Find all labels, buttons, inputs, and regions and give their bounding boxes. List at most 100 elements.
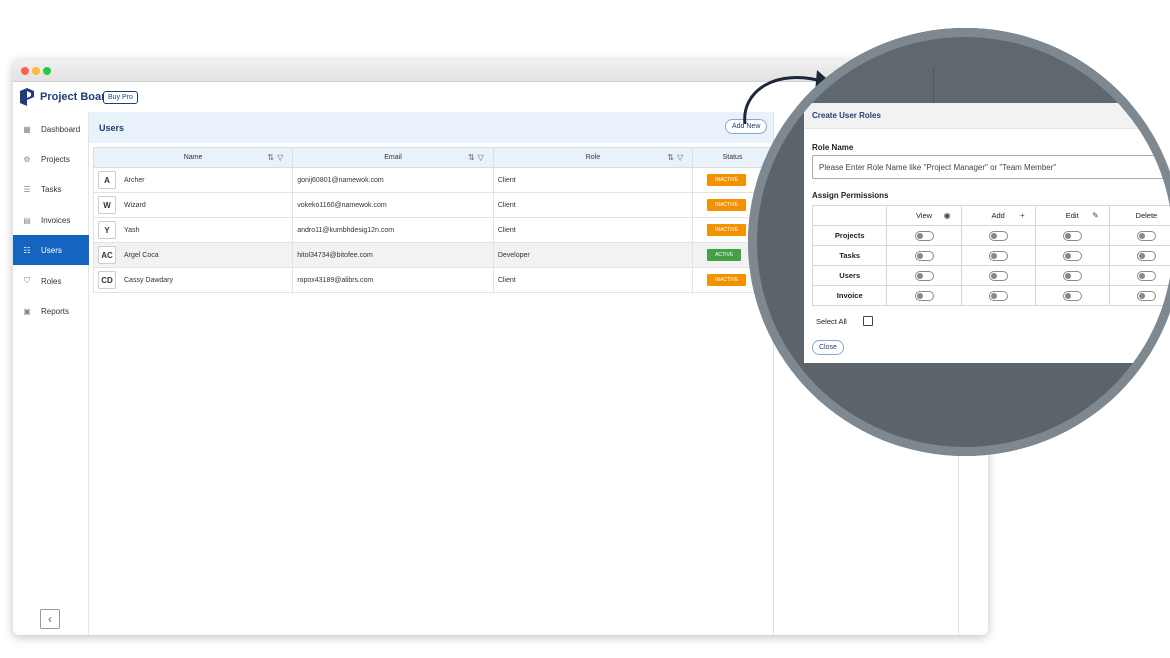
permission-column-delete: Delete [1108,205,1170,226]
permission-row-invoice: Invoice [811,285,1170,306]
add-projects-toggle[interactable] [988,230,1008,241]
delete-invoice-toggle[interactable] [1136,290,1156,301]
users-table-header: Name ⇅▽ Email ⇅▽ Role ⇅▽ Status [92,147,773,168]
plus-icon: + [1020,211,1025,220]
status-badge: INACTIVE [707,274,747,286]
edit-users-toggle[interactable] [1062,270,1082,281]
user-email-cell: ropox43189@alibrs.com [292,267,494,293]
status-badge: ACTIVE [707,249,742,261]
sidebar-item-label: Users [41,245,62,255]
sidebar-item-tasks[interactable]: ☰ Tasks [13,174,89,204]
role-name-input[interactable] [812,155,1170,179]
permission-cell [1108,285,1170,306]
column-header-name[interactable]: Name ⇅▽ [92,147,294,168]
collapse-sidebar-button[interactable]: ‹ [40,609,60,629]
user-name: Argel Coca [124,251,159,259]
sidebar-item-label: Dashboard [41,124,81,134]
sidebar-item-users[interactable]: ☷ Users [13,235,89,265]
edit-tasks-toggle[interactable] [1062,250,1082,261]
view-invoice-toggle[interactable] [914,290,934,301]
sidebar-item-projects[interactable]: ⚙ Projects [13,144,89,174]
delete-users-toggle[interactable] [1136,270,1156,281]
user-role-cell: Client [492,267,694,293]
brand-name: Project Board [40,91,113,103]
add-users-toggle[interactable] [988,270,1008,281]
brand[interactable]: Project Board [18,87,112,107]
minimize-window-button[interactable] [32,67,40,75]
table-row[interactable]: AC Argel Coca hitol34734@bitofee.com Develo… [92,242,773,268]
column-header-email[interactable]: Email ⇅▽ [292,147,494,168]
sort-filter-icon[interactable]: ⇅▽ [667,153,686,162]
select-all-checkbox[interactable] [862,316,873,326]
close-window-button[interactable] [21,67,29,75]
avatar: A [98,171,116,189]
projects-icon: ⚙ [23,154,31,164]
status-badge: INACTIVE [707,224,747,236]
sort-filter-icon[interactable]: ⇅▽ [267,153,286,162]
zoom-magnifier: Create User Roles Role Name Assign Permi… [748,28,1170,456]
column-header-role[interactable]: Role ⇅▽ [492,147,694,168]
user-name-cell: Y Yash [92,217,294,243]
maximize-window-button[interactable] [43,67,51,75]
permission-cell [1034,245,1110,266]
brand-logo-icon [20,88,34,106]
add-invoice-toggle[interactable] [988,290,1008,301]
role-name-label: Role Name [812,143,854,152]
permission-cell [886,285,962,306]
permission-row-label: Users [811,265,888,286]
page-title: Users [99,122,125,133]
edit-invoice-toggle[interactable] [1062,290,1082,301]
table-row[interactable]: A Archer gonij60801@namewok.com Client INACT… [92,167,773,193]
delete-projects-toggle[interactable] [1136,230,1156,241]
edit-projects-toggle[interactable] [1062,230,1082,241]
user-email-cell: andro11@kumbhdesig12n.com [292,217,494,243]
permissions-table: View ◉ Add + Edit ✎ Delete Projects Task… [811,205,1170,306]
stage: Project Board Buy Pro ▦ Dashboard ⚙ Project… [0,0,1170,658]
sidebar-item-invoices[interactable]: ▤ Invoices [13,205,89,235]
status-badge: INACTIVE [707,174,747,186]
sidebar-item-dashboard[interactable]: ▦ Dashboard [13,114,89,144]
sidebar-item-label: Roles [41,276,62,286]
table-row[interactable]: Y Yash andro11@kumbhdesig12n.com Client INAC… [92,217,773,243]
avatar: W [98,196,116,214]
sidebar-item-label: Invoices [41,215,71,225]
modal-title: Create User Roles [804,103,1170,129]
select-all-label: Select All [816,316,847,326]
sidebar-item-label: Projects [41,154,70,164]
sidebar-item-reports[interactable]: ▣ Reports [13,296,89,326]
permission-cell [1034,225,1110,246]
users-table: Name ⇅▽ Email ⇅▽ Role ⇅▽ Status A Archer… [92,147,773,293]
permission-column-edit: Edit ✎ [1034,205,1110,226]
sidebar-item-label: Reports [41,306,70,316]
column-header-status[interactable]: Status [692,147,773,168]
view-users-toggle[interactable] [914,270,934,281]
avatar: CD [98,271,116,289]
permission-cell [1108,225,1170,246]
permission-cell [960,225,1036,246]
create-user-roles-modal: Create User Roles Role Name Assign Permi… [804,103,1170,363]
view-projects-toggle[interactable] [914,230,934,241]
buy-pro-button[interactable]: Buy Pro [103,91,138,104]
permission-row-label: Tasks [811,245,888,266]
user-role-cell: Developer [492,242,694,268]
invoices-icon: ▤ [23,215,31,225]
select-all-row: Select All [816,316,873,326]
permission-row-projects: Projects [811,225,1170,246]
dashboard-icon: ▦ [23,124,31,134]
users-main-panel: Users Add New Name ⇅▽ Email ⇅▽ Role ⇅▽ S… [89,112,774,635]
permission-cell [1034,285,1110,306]
reports-icon: ▣ [23,306,31,316]
users-header: Users Add New [89,112,773,143]
assign-permissions-label: Assign Permissions [812,191,889,200]
delete-tasks-toggle[interactable] [1136,250,1156,261]
table-row[interactable]: CD Cassy Dawdary ropox43189@alibrs.com Clie… [92,267,773,293]
user-name-cell: AC Argel Coca [92,242,294,268]
view-tasks-toggle[interactable] [914,250,934,261]
add-tasks-toggle[interactable] [988,250,1008,261]
table-row[interactable]: W Wizard vokeko1160@namewok.com Client INACT… [92,192,773,218]
user-name-cell: CD Cassy Dawdary [92,267,294,293]
close-button[interactable]: Close [812,340,844,355]
sidebar-item-roles[interactable]: ⛉ Roles [13,266,89,296]
user-name: Yash [124,226,140,234]
sort-filter-icon[interactable]: ⇅▽ [468,153,487,162]
